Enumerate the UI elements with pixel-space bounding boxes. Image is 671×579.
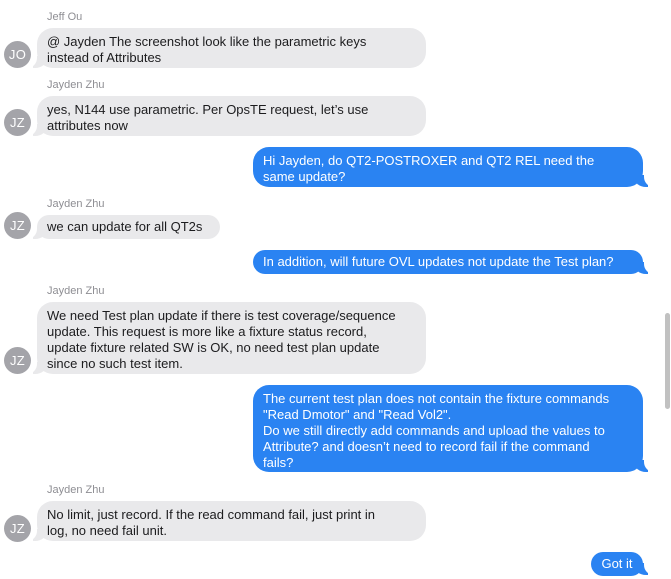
avatar[interactable]: JZ (4, 515, 31, 542)
message-line: update. This request is more like a fixt… (47, 324, 367, 339)
message-line: same update? (263, 169, 346, 184)
message-line: No limit, just record. If the read comma… (47, 507, 376, 522)
incoming-message-bubble[interactable]: We need Test plan update if there is tes… (37, 302, 426, 374)
message-line: Hi Jayden, do QT2-POSTROXER and QT2 REL … (263, 153, 595, 168)
message-line: yes, N144 use parametric. Per OpsTE requ… (47, 102, 369, 117)
message-line: "Read Dmotor" and "Read Vol2". (263, 407, 452, 422)
message-line: update fixture related SW is OK, no need… (47, 340, 380, 355)
message-line: attributes now (47, 118, 128, 133)
vertical-scrollbar[interactable] (665, 313, 670, 409)
sender-name: Jayden Zhu (47, 79, 105, 91)
message-line: fails? (263, 455, 294, 470)
avatar[interactable]: JZ (4, 212, 31, 239)
outgoing-message-bubble[interactable]: Hi Jayden, do QT2-POSTROXER and QT2 REL … (253, 147, 643, 187)
message-line: since no such test item. (47, 356, 183, 371)
message-line: log, no need fail unit. (47, 523, 167, 538)
message-line: we can update for all QT2s (47, 219, 203, 234)
avatar[interactable]: JO (4, 41, 31, 68)
incoming-message-bubble[interactable]: @ Jayden The screenshot look like the pa… (37, 28, 426, 68)
incoming-message-bubble[interactable]: No limit, just record. If the read comma… (37, 501, 426, 541)
avatar[interactable]: JZ (4, 109, 31, 136)
avatar[interactable]: JZ (4, 347, 31, 374)
incoming-message-bubble[interactable]: we can update for all QT2s (37, 215, 220, 239)
incoming-message-bubble[interactable]: yes, N144 use parametric. Per OpsTE requ… (37, 96, 426, 136)
outgoing-message-bubble[interactable]: In addition, will future OVL updates not… (253, 250, 643, 274)
message-line: Attribute? and doesn’t need to record fa… (263, 439, 590, 454)
outgoing-message-bubble[interactable]: The current test plan does not contain t… (253, 385, 643, 472)
message-line: We need Test plan update if there is tes… (47, 308, 396, 323)
message-line: @ Jayden The screenshot look like the pa… (47, 34, 367, 49)
message-line: The current test plan does not contain t… (263, 391, 610, 406)
outgoing-message-bubble[interactable]: Got it (591, 552, 643, 576)
message-line: In addition, will future OVL updates not… (263, 254, 614, 269)
sender-name: Jayden Zhu (47, 484, 105, 496)
sender-name: Jeff Ou (47, 11, 83, 23)
sender-name: Jayden Zhu (47, 198, 105, 210)
sender-name: Jayden Zhu (47, 285, 105, 297)
message-line: Do we still directly add commands and up… (263, 423, 605, 438)
message-line: Got it (601, 556, 633, 571)
message-line: instead of Attributes (47, 50, 162, 65)
